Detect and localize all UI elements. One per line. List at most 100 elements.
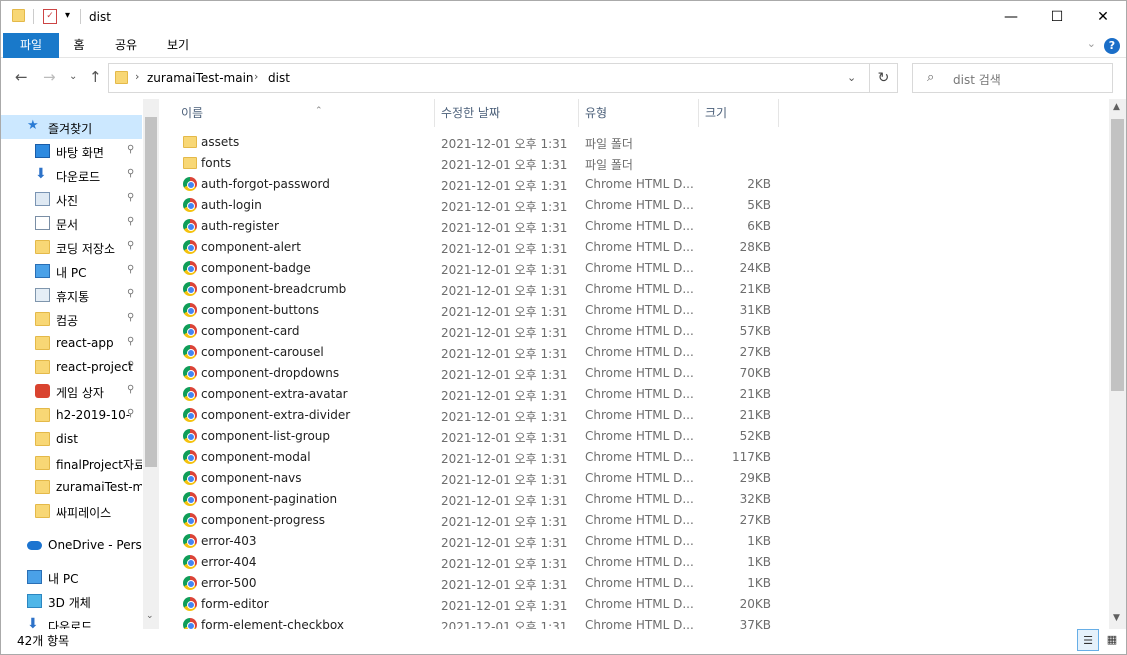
file-row[interactable]: assets 2021-12-01 오후 1:31 파일 폴더 xyxy=(159,132,779,153)
sidebar-item[interactable]: 내 PC xyxy=(1,565,142,589)
sidebar-item[interactable]: 사진 ⚲ xyxy=(1,187,142,211)
sidebar-item[interactable]: 내 PC ⚲ xyxy=(1,259,142,283)
breadcrumb-separator[interactable]: › xyxy=(135,70,139,83)
sidebar-item[interactable]: 게임 상자 ⚲ xyxy=(1,379,142,403)
file-row[interactable]: component-list-group 2021-12-01 오후 1:31 Ch… xyxy=(159,426,779,447)
breadcrumb-item[interactable]: zuramaiTest-main xyxy=(147,71,254,85)
sidebar-item[interactable]: dist xyxy=(1,427,142,451)
minimize-button[interactable]: — xyxy=(988,1,1034,33)
sidebar-item[interactable]: 문서 ⚲ xyxy=(1,211,142,235)
file-row[interactable]: component-badge 2021-12-01 오후 1:31 Chrome … xyxy=(159,258,779,279)
file-modified: 2021-12-01 오후 1:31 xyxy=(441,368,568,382)
file-row[interactable]: component-extra-avatar 2021-12-01 오후 1:31… xyxy=(159,384,779,405)
file-modified: 2021-12-01 오후 1:31 xyxy=(441,263,568,277)
navigation-scrollbar[interactable]: ⌄ xyxy=(143,99,159,629)
sidebar-item[interactable]: ⬇ 다운로드 xyxy=(1,613,142,629)
file-row[interactable]: component-carousel 2021-12-01 오후 1:31 Chro… xyxy=(159,342,779,363)
vertical-scrollbar[interactable]: ▲ ▼ xyxy=(1109,99,1126,629)
sidebar-item[interactable]: OneDrive - Persor xyxy=(1,533,142,557)
address-dropdown-icon[interactable]: ⌄ xyxy=(847,71,856,84)
pin-icon: ⚲ xyxy=(127,360,135,371)
sidebar-item-label: dist xyxy=(56,432,78,446)
forward-button[interactable]: → xyxy=(43,68,56,86)
search-input[interactable]: ⌕ dist 검색 xyxy=(912,63,1113,93)
chrome-file-icon xyxy=(183,282,197,296)
sidebar-item[interactable]: 3D 개체 xyxy=(1,589,142,613)
tab-file[interactable]: 파일 xyxy=(3,33,59,58)
sidebar-item[interactable]: 싸피레이스 xyxy=(1,499,142,523)
file-row[interactable]: component-dropdowns 2021-12-01 오후 1:31 Chr… xyxy=(159,363,779,384)
sidebar-item[interactable]: finalProject자료 xyxy=(1,451,142,475)
breadcrumb-item[interactable]: dist xyxy=(268,71,290,85)
breadcrumb-separator[interactable]: › xyxy=(254,70,258,83)
file-row[interactable]: auth-login 2021-12-01 오후 1:31 Chrome HTML … xyxy=(159,195,779,216)
sidebar-item[interactable]: ⬇ 다운로드 ⚲ xyxy=(1,163,142,187)
file-type: Chrome HTML D... xyxy=(585,324,694,338)
sidebar-item[interactable]: 휴지통 ⚲ xyxy=(1,283,142,307)
tab-home[interactable]: 홈 xyxy=(63,33,95,58)
sidebar-item[interactable]: ★ 즐겨찾기 xyxy=(1,115,142,139)
expand-ribbon-icon[interactable]: ⌄ xyxy=(1087,37,1096,50)
file-row[interactable]: component-breadcrumb 2021-12-01 오후 1:31 Ch… xyxy=(159,279,779,300)
column-label: 수정한 날짜 xyxy=(441,106,501,120)
back-button[interactable]: ← xyxy=(15,68,28,86)
file-row[interactable]: component-alert 2021-12-01 오후 1:31 Chrome … xyxy=(159,237,779,258)
file-modified: 2021-12-01 오후 1:31 xyxy=(441,158,568,172)
file-name: component-buttons xyxy=(201,303,320,317)
large-icons-view-icon[interactable]: ▦ xyxy=(1101,629,1123,651)
chrome-file-icon xyxy=(183,366,197,380)
file-row[interactable]: error-500 2021-12-01 오후 1:31 Chrome HTML D… xyxy=(159,573,779,594)
sidebar-item[interactable]: 코딩 저장소 ⚲ xyxy=(1,235,142,259)
file-row[interactable]: component-progress 2021-12-01 오후 1:31 Chro… xyxy=(159,510,779,531)
chrome-file-icon xyxy=(183,387,197,401)
file-name: component-progress xyxy=(201,513,326,527)
file-row[interactable]: fonts 2021-12-01 오후 1:31 파일 폴더 xyxy=(159,153,779,174)
file-row[interactable]: error-404 2021-12-01 오후 1:31 Chrome HTML D… xyxy=(159,552,779,573)
scroll-down-icon[interactable]: ▼ xyxy=(1113,613,1120,623)
file-row[interactable]: component-navs 2021-12-01 오후 1:31 Chrome H… xyxy=(159,468,779,489)
refresh-button[interactable]: ↻ xyxy=(869,64,897,92)
sidebar-item[interactable]: 컴공 ⚲ xyxy=(1,307,142,331)
column-header-type[interactable]: 유형 xyxy=(579,99,699,127)
maximize-button[interactable]: ☐ xyxy=(1034,1,1080,33)
file-type: Chrome HTML D... xyxy=(585,597,694,611)
tab-share[interactable]: 공유 xyxy=(107,33,145,58)
sidebar-item-label: 내 PC xyxy=(56,266,87,280)
scrollbar-thumb[interactable] xyxy=(1111,119,1124,391)
file-row[interactable]: component-modal 2021-12-01 오후 1:31 Chrome … xyxy=(159,447,779,468)
file-modified: 2021-12-01 오후 1:31 xyxy=(441,620,568,629)
close-button[interactable]: ✕ xyxy=(1080,1,1126,33)
file-row[interactable]: form-editor 2021-12-01 오후 1:31 Chrome HTML… xyxy=(159,594,779,615)
file-row[interactable]: auth-register 2021-12-01 오후 1:31 Chrome HT… xyxy=(159,216,779,237)
file-name: component-pagination xyxy=(201,492,338,506)
scroll-up-icon[interactable]: ▲ xyxy=(1113,102,1120,112)
address-bar[interactable]: › zuramaiTest-main › dist ⌄ ↻ xyxy=(108,63,898,93)
sidebar-item[interactable]: 바탕 화면 ⚲ xyxy=(1,139,142,163)
file-modified: 2021-12-01 오후 1:31 xyxy=(441,389,568,403)
sidebar-item[interactable]: react-app ⚲ xyxy=(1,331,142,355)
file-row[interactable]: component-card 2021-12-01 오후 1:31 Chrome H… xyxy=(159,321,779,342)
file-name: form-editor xyxy=(201,597,269,611)
recent-locations-icon[interactable]: ⌄ xyxy=(69,71,77,82)
file-row[interactable]: component-pagination 2021-12-01 오후 1:31 Ch… xyxy=(159,489,779,510)
file-row[interactable]: component-buttons 2021-12-01 오후 1:31 Chrom… xyxy=(159,300,779,321)
properties-icon[interactable]: ✓ xyxy=(43,9,57,24)
file-row[interactable]: form-element-checkbox 2021-12-01 오후 1:31 C… xyxy=(159,615,779,629)
file-row[interactable]: component-extra-divider 2021-12-01 오후 1:3… xyxy=(159,405,779,426)
up-button[interactable]: ↑ xyxy=(89,68,102,86)
quick-access-dropdown-icon[interactable]: ▾ xyxy=(65,10,70,21)
sidebar-item[interactable]: react-project ⚲ xyxy=(1,355,142,379)
sidebar-item[interactable]: zuramaiTest-ma xyxy=(1,475,142,499)
file-row[interactable]: error-403 2021-12-01 오후 1:31 Chrome HTML D… xyxy=(159,531,779,552)
tab-view[interactable]: 보기 xyxy=(159,33,197,58)
column-header-size[interactable]: 크기 xyxy=(699,99,779,127)
scroll-down-icon[interactable]: ⌄ xyxy=(146,611,154,621)
details-view-icon[interactable]: ☰ xyxy=(1077,629,1099,651)
column-header-name[interactable]: 이름 ⌃ xyxy=(175,99,435,127)
file-row[interactable]: auth-forgot-password 2021-12-01 오후 1:31 Ch… xyxy=(159,174,779,195)
help-icon[interactable]: ? xyxy=(1104,38,1120,54)
folder-icon xyxy=(183,157,197,169)
column-header-modified[interactable]: 수정한 날짜 xyxy=(435,99,579,127)
scrollbar-thumb[interactable] xyxy=(145,117,157,467)
sidebar-item[interactable]: h2-2019-10- ⚲ xyxy=(1,403,142,427)
